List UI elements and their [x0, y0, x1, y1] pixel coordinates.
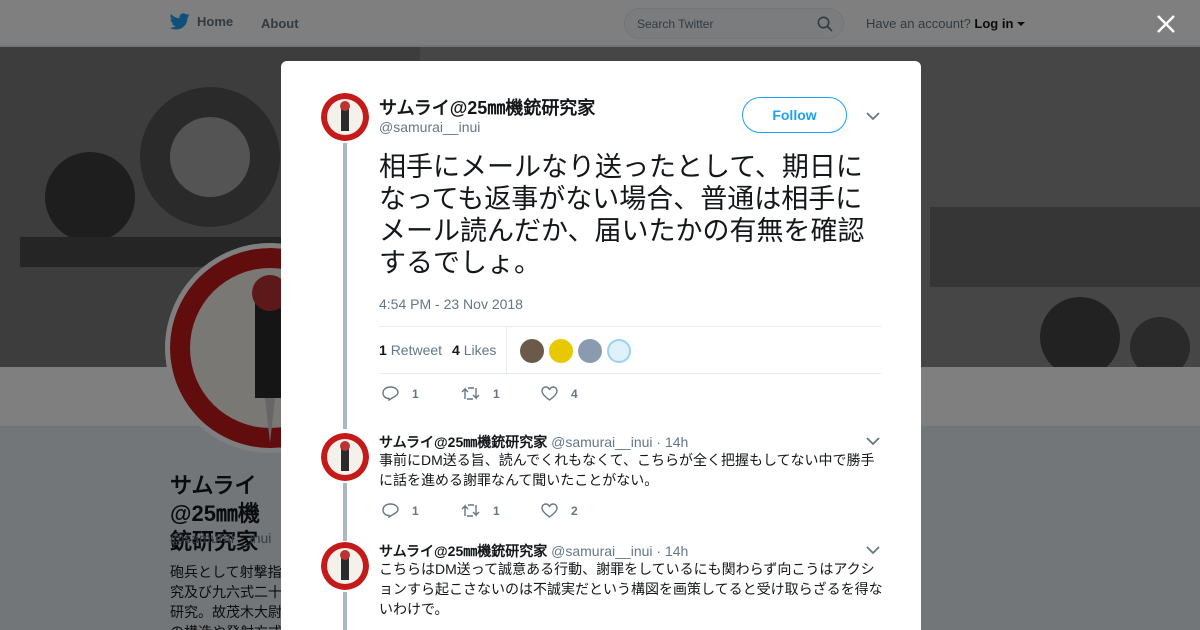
heart-icon — [541, 503, 558, 518]
reply-action[interactable]: 1 — [382, 503, 419, 518]
thread-line — [343, 592, 347, 630]
reply-header: サムライ@25㎜機銃研究家 @samurai__inui · 14h — [379, 432, 688, 452]
reply-action[interactable]: 1 — [382, 386, 419, 401]
thread-line — [343, 483, 347, 541]
avatar[interactable] — [321, 93, 369, 141]
retweet-stat-label: Retweet — [390, 342, 443, 358]
likes-stat-label: Likes — [463, 342, 497, 358]
liker-avatar[interactable] — [607, 339, 631, 363]
like-action[interactable]: 2 — [541, 503, 578, 518]
reply-text: 事前にDM送る旨、読んでくれもなくて、こちらが全く把握もしてない中で勝手に話を進… — [379, 452, 875, 488]
like-count: 2 — [571, 503, 578, 518]
heart-icon — [541, 386, 558, 401]
tweet-permalink-modal: サムライ@25㎜機銃研究家 @samurai__inui Follow 相手にメ… — [281, 61, 921, 630]
reply-author-name[interactable]: サムライ@25㎜機銃研究家 — [379, 434, 547, 450]
retweet-count: 1 — [379, 342, 387, 358]
reply-author-handle[interactable]: @samurai__inui — [551, 434, 652, 450]
reply-author-name[interactable]: サムライ@25㎜機銃研究家 — [379, 543, 547, 559]
follow-button[interactable]: Follow — [742, 97, 847, 133]
stats-divider — [506, 327, 507, 374]
retweet-icon — [461, 387, 480, 400]
liker-avatar[interactable] — [520, 339, 544, 363]
chevron-down-icon[interactable] — [866, 545, 880, 555]
liker-avatar[interactable] — [549, 339, 573, 363]
reply-time[interactable]: · 14h — [656, 543, 688, 559]
retweet-action-count: 1 — [493, 386, 500, 401]
tweet-timestamp[interactable]: 4:54 PM - 23 Nov 2018 — [379, 296, 523, 312]
like-action-count: 4 — [571, 386, 578, 401]
tweet-author-handle[interactable]: @samurai__inui — [379, 119, 480, 135]
likes-count: 4 — [452, 342, 460, 358]
tweet-author-name[interactable]: サムライ@25㎜機銃研究家 — [379, 94, 595, 120]
tweet-text: 相手にメールなり送ったとして、期日になっても返事がない場合、普通は相手にメール読… — [379, 152, 865, 278]
reply-count: 1 — [412, 386, 419, 401]
like-action[interactable]: 4 — [541, 386, 578, 401]
close-icon[interactable] — [1154, 12, 1178, 36]
reply-author-handle[interactable]: @samurai__inui — [551, 543, 652, 559]
reply-time[interactable]: · 14h — [656, 434, 688, 450]
avatar[interactable] — [321, 433, 369, 481]
reply-icon — [382, 503, 399, 518]
tweet-stats: 1 Retweet 4 Likes — [379, 326, 881, 374]
thread-line — [343, 143, 347, 429]
retweet-action[interactable]: 1 — [461, 503, 500, 518]
reply-text: こちらはDM送って誠意ある行動、謝罪をしているにも関わらず向こうはアクションすら… — [379, 561, 883, 617]
avatar[interactable] — [321, 542, 369, 590]
retweet-icon — [461, 504, 480, 517]
chevron-down-icon[interactable] — [866, 111, 880, 121]
liker-avatar[interactable] — [578, 339, 602, 363]
retweet-stat[interactable]: 1 Retweet — [379, 342, 442, 358]
reply-header: サムライ@25㎜機銃研究家 @samurai__inui · 14h — [379, 541, 688, 561]
retweet-action[interactable]: 1 — [461, 386, 500, 401]
reply-count: 1 — [412, 503, 419, 518]
likes-stat[interactable]: 4 Likes — [452, 342, 496, 358]
retweet-count: 1 — [493, 503, 500, 518]
reply-icon — [382, 386, 399, 401]
chevron-down-icon[interactable] — [866, 436, 880, 446]
